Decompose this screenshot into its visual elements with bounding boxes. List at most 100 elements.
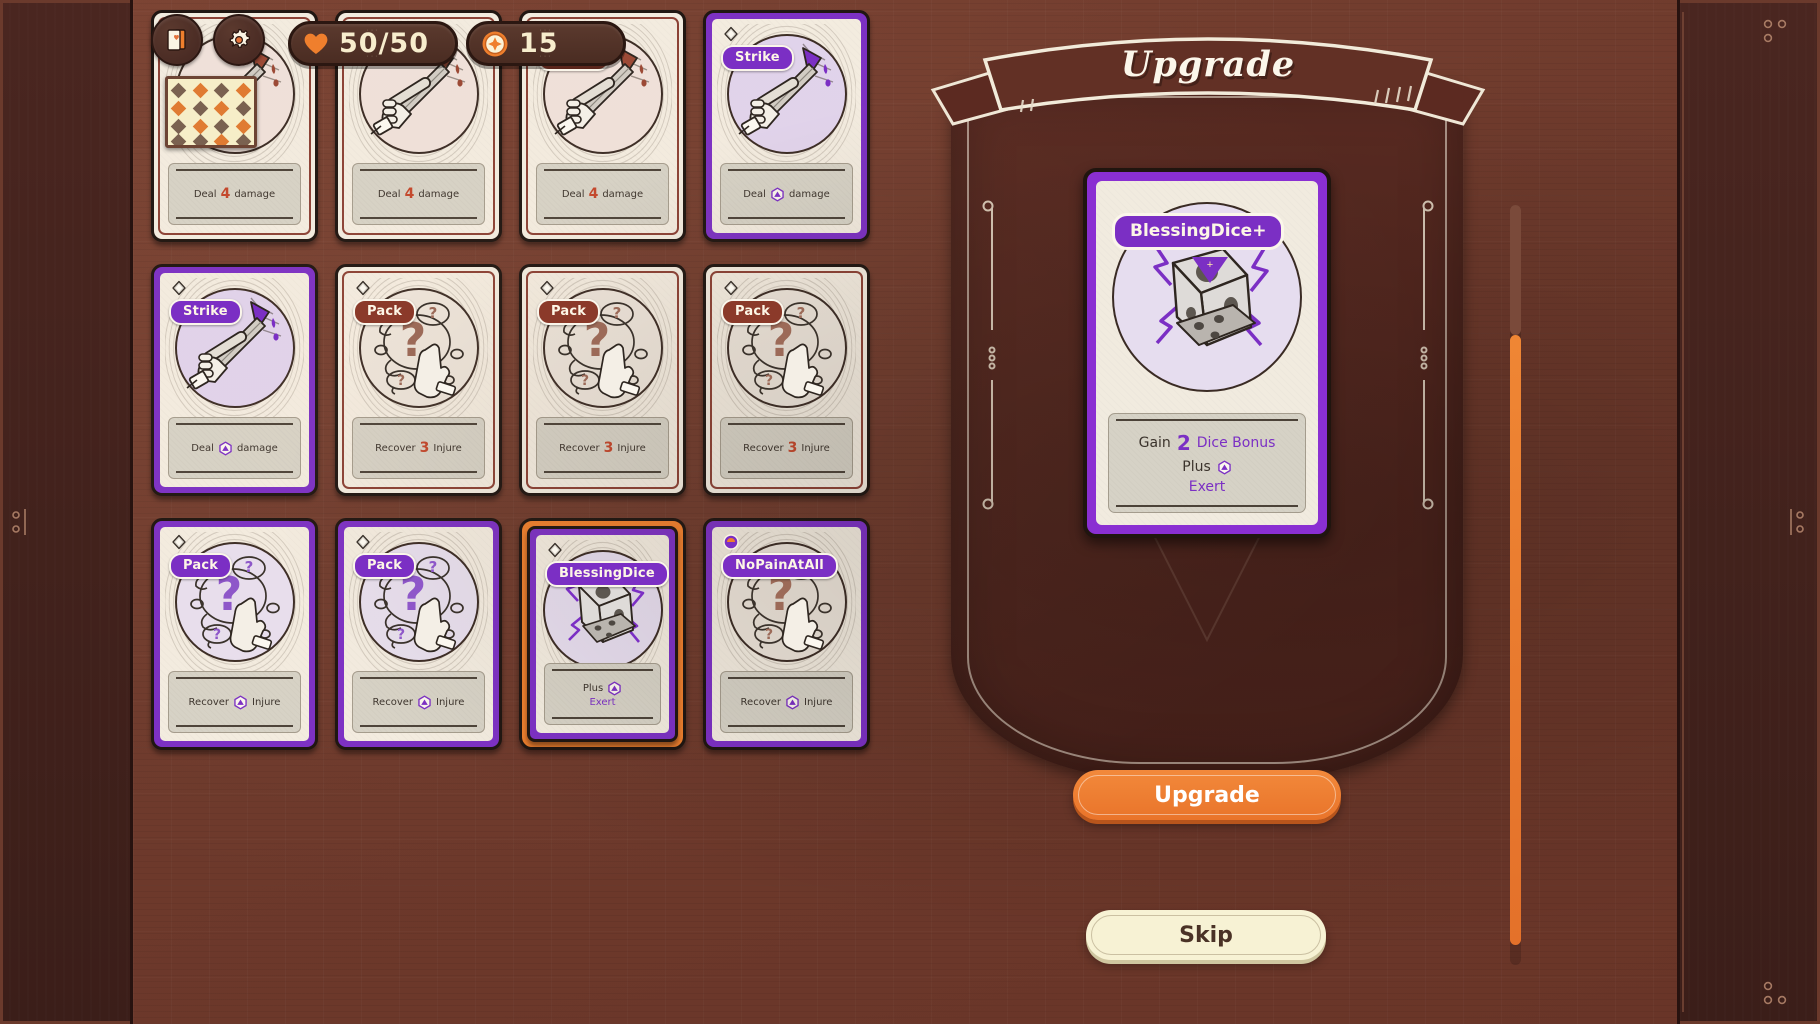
card-inner: ? ? ? Pack Recover 3 Injure	[526, 271, 679, 489]
cost-gem-icon	[724, 280, 738, 296]
card-slot[interactable]: Strike Deal damage	[703, 10, 870, 242]
die-icon	[233, 695, 248, 710]
card-cost-icon	[171, 534, 187, 550]
die-icon	[785, 695, 800, 710]
card-desc-value: 3	[419, 440, 430, 456]
card-name-badge: Pack	[353, 299, 417, 325]
cost-gem-icon	[172, 534, 186, 550]
card[interactable]: ? ? ? Pack Recover Injure	[151, 518, 318, 750]
card-desc-line: Plus	[583, 681, 622, 696]
card-name-badge: Pack	[169, 553, 233, 579]
card-inner: ? ? ? NoPainAtAll RecoverInjure	[710, 525, 863, 743]
card[interactable]: ? ? ? Pack Recover Injure	[335, 518, 502, 750]
card-slot[interactable]: ? ? ? Pack Recover 3 Injure	[519, 264, 686, 496]
card-list-scrollbar[interactable]	[1510, 205, 1521, 965]
card[interactable]: ? ? ? Pack Recover 3 Injure	[335, 264, 502, 496]
card[interactable]: Strike Deal damage	[151, 264, 318, 496]
card-description: Recover 3 Injure	[720, 417, 853, 479]
card-description: Recover Injure	[168, 671, 301, 733]
card-slot[interactable]: Strike Deal damage	[151, 264, 318, 496]
svg-text:?: ?	[396, 627, 404, 643]
card-slot[interactable]: ? ? ? Pack Recover Injure	[151, 518, 318, 750]
heart-icon	[304, 33, 328, 54]
preview-card-description: Gain 2 Dice Bonus Plus Exert	[1108, 413, 1306, 513]
card[interactable]: BlessingDice Plus Exert	[527, 526, 678, 742]
play-field: ··· ··· 50/50 ··· ··· 15 Deal 4 damage D…	[130, 0, 1680, 1024]
card-description: Recover Injure	[352, 671, 485, 733]
card[interactable]: ? ? ? NoPainAtAll RecoverInjure	[703, 518, 870, 750]
card-name-badge: Pack	[537, 299, 601, 325]
card-desc-value: 4	[588, 186, 599, 202]
card-name-badge: BlessingDice	[545, 561, 669, 587]
card-desc-value: 4	[220, 186, 231, 202]
card-description: Recover Injure	[720, 671, 853, 733]
svg-text:?: ?	[580, 373, 588, 389]
health-stat: ··· ··· 50/50	[288, 21, 458, 66]
hud-button-group	[151, 14, 265, 66]
card[interactable]: Strike Deal damage	[703, 10, 870, 242]
card-desc-line: Recover Injure	[372, 695, 465, 710]
card-desc-line: Deal 4 damage	[561, 186, 644, 202]
card-slot[interactable]: ? ? ? Pack Recover Injure	[335, 518, 502, 750]
coin-icon	[482, 31, 508, 56]
svg-text:?: ?	[796, 304, 805, 322]
flourish-right-icon	[1413, 190, 1435, 520]
card-description: Deal 4 damage	[352, 163, 485, 225]
cost-gem-icon	[356, 280, 370, 296]
gear-icon	[229, 28, 251, 48]
scrollbar-thumb[interactable]	[1510, 335, 1521, 945]
card-cost-icon	[355, 280, 371, 296]
card-desc-line: Deal 4 damage	[193, 186, 276, 202]
cost-gem-icon	[172, 280, 186, 296]
card-cost-icon	[723, 280, 739, 296]
card-name-badge: Pack	[721, 299, 785, 325]
card-desc-value: 4	[404, 186, 415, 202]
card-cost-icon	[539, 280, 555, 296]
deck-button[interactable]	[151, 14, 203, 66]
card-description: Deal 4 damage	[168, 163, 301, 225]
map-thumbnail-button[interactable]	[165, 76, 257, 148]
cost-gem-icon	[356, 534, 370, 550]
die-icon	[607, 681, 622, 696]
card-description: Plus Exert	[544, 663, 661, 725]
ornament-left-icon	[8, 505, 42, 539]
card-desc-line: Recover 3 Injure	[375, 440, 462, 456]
ornament-right-icon	[1774, 505, 1808, 539]
card-inner: Strike Deal damage	[158, 271, 311, 489]
card-slot[interactable]: BlessingDice Plus Exert	[519, 518, 686, 750]
settings-button[interactable]	[213, 14, 265, 66]
card-description: Recover 3 Injure	[536, 417, 669, 479]
card-desc-value: 3	[603, 440, 614, 456]
preview-desc-keyword: Exert	[1188, 479, 1226, 495]
die-icon	[417, 695, 432, 710]
card-desc-line: Deal 4 damage	[377, 186, 460, 202]
card-cost-icon	[723, 26, 739, 42]
card-desc-line: Recover 3 Injure	[743, 440, 830, 456]
card-description: Recover 3 Injure	[352, 417, 485, 479]
card-slot[interactable]: ? ? ? Pack Recover 3 Injure	[703, 264, 870, 496]
card[interactable]: ? ? ? Pack Recover 3 Injure	[703, 264, 870, 496]
preview-desc-plus: Plus	[1182, 459, 1211, 475]
preview-card-name: BlessingDice+	[1112, 213, 1285, 250]
card-desc-keyword: Exert	[589, 696, 616, 708]
card-description: Deal damage	[168, 417, 301, 479]
preview-desc-value: 2	[1176, 431, 1191, 455]
card[interactable]: ? ? ? Pack Recover 3 Injure	[519, 264, 686, 496]
card-slot[interactable]: ? ? ? Pack Recover 3 Injure	[335, 264, 502, 496]
svg-text:?: ?	[764, 627, 772, 643]
skip-button[interactable]: Skip	[1086, 910, 1326, 960]
orb-cost-icon	[723, 534, 739, 550]
svg-text:?: ?	[428, 304, 437, 322]
card-inner: ? ? ? Pack Recover 3 Injure	[342, 271, 495, 489]
upgrade-button[interactable]: Upgrade	[1073, 770, 1341, 820]
ornament-bottom-right-icon	[1758, 976, 1792, 1010]
deck-icon	[167, 29, 186, 51]
card-desc-line: Deal damage	[191, 441, 278, 455]
upgrade-preview-card[interactable]: BlessingDice+ + Gain 2 Dice Bonus Plus E…	[1083, 168, 1331, 538]
svg-text:?: ?	[244, 558, 253, 576]
card-slot[interactable]: ? ? ? NoPainAtAll RecoverInjure	[703, 518, 870, 750]
card-inner: ? ? ? Pack Recover Injure	[342, 525, 495, 743]
banner-title: Upgrade	[1120, 44, 1296, 85]
preview-card-inner: BlessingDice+ + Gain 2 Dice Bonus Plus E…	[1094, 179, 1320, 527]
skip-button-label: Skip	[1179, 922, 1233, 948]
